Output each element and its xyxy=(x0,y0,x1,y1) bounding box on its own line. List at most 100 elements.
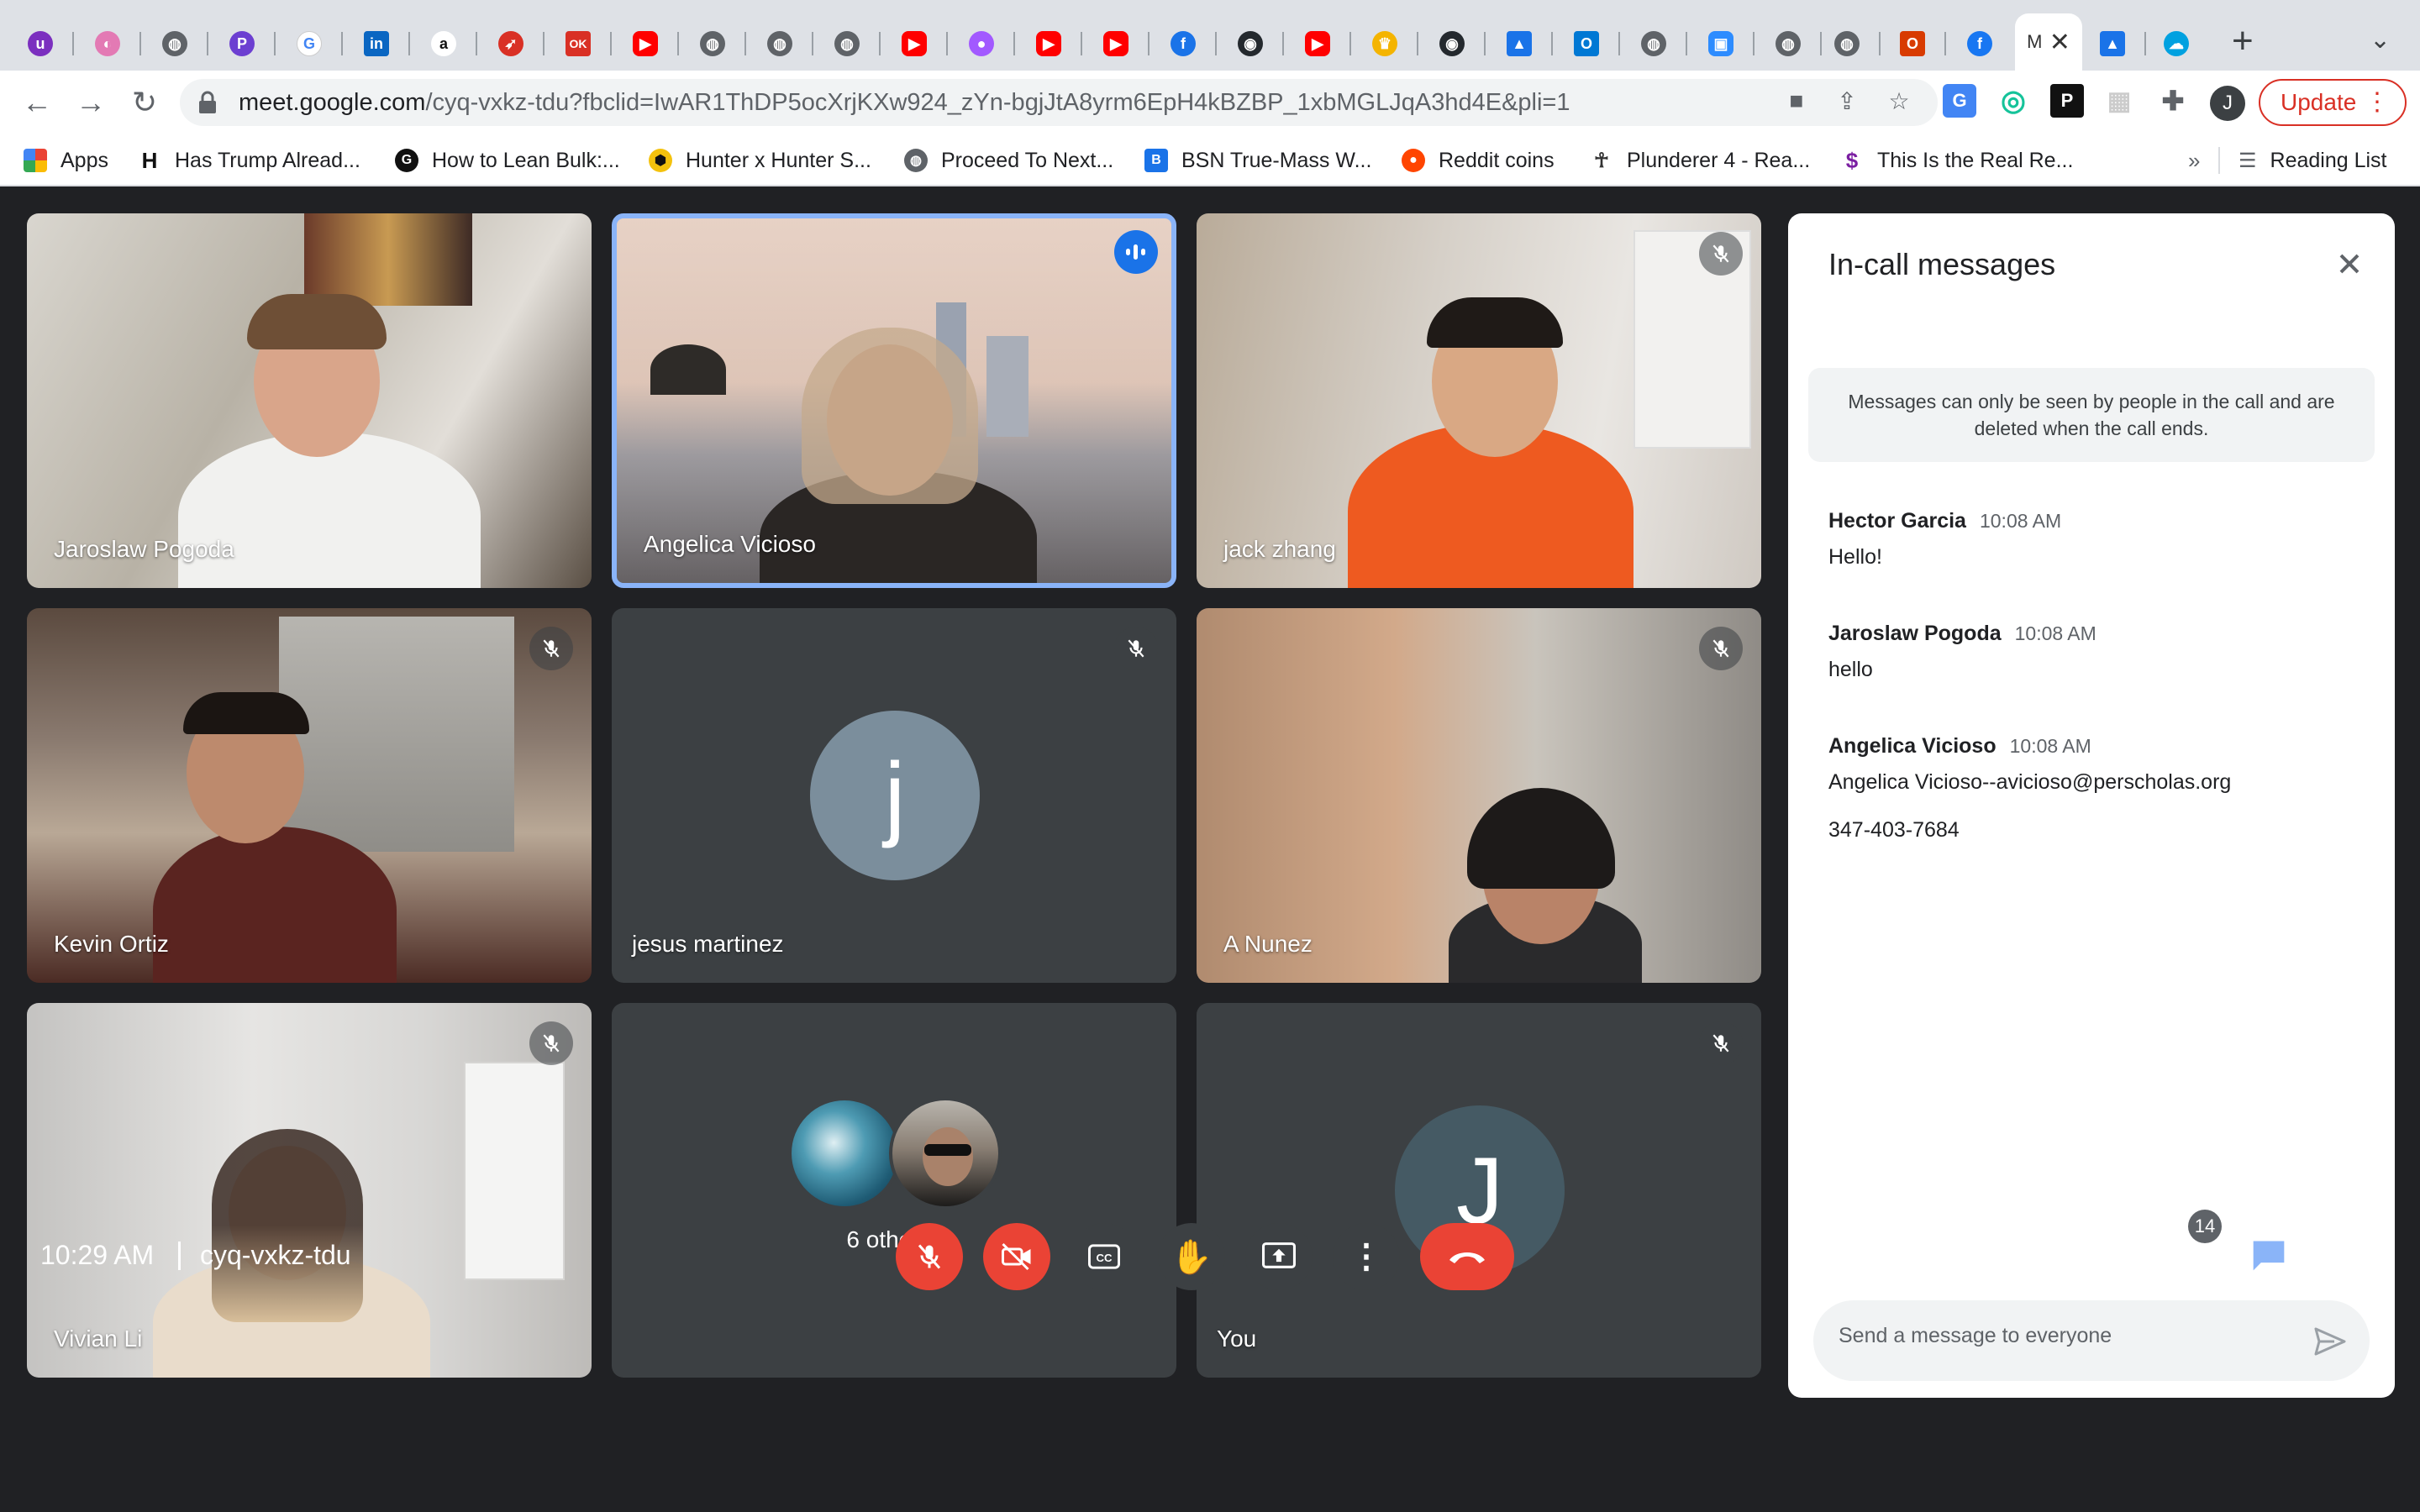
bookmark-label: Reddit coins xyxy=(1439,148,1555,172)
tab[interactable]: ◍ xyxy=(1813,17,1881,71)
lock-icon[interactable] xyxy=(198,91,217,114)
address-bar[interactable]: meet.google.com/cyq-vxkz-tdu?fbclid=IwAR… xyxy=(180,79,1938,126)
message-time: 10:08 AM xyxy=(1979,510,2062,532)
message-composer xyxy=(1813,1300,2370,1381)
tab[interactable]: ◍ xyxy=(746,17,813,71)
tab[interactable]: ➶ xyxy=(477,17,544,71)
participant-tile[interactable]: Vivian Li xyxy=(27,1003,592,1378)
bookmarks-divider xyxy=(2218,147,2220,174)
bookmark-item[interactable]: ● Reddit coins xyxy=(1402,144,1555,176)
tab[interactable]: ♛ xyxy=(1351,17,1418,71)
close-icon[interactable] xyxy=(2329,244,2370,284)
tab[interactable]: ▲ xyxy=(2079,17,2146,71)
tab[interactable]: ◉ xyxy=(1418,17,1486,71)
tab[interactable]: ◍ xyxy=(813,17,881,71)
tab[interactable]: u xyxy=(7,17,74,71)
tab[interactable]: ▲ xyxy=(1486,17,1553,71)
chat-button[interactable] xyxy=(2242,1228,2296,1282)
tab[interactable]: ▣ xyxy=(1687,17,1754,71)
active-tab[interactable]: M ✕ xyxy=(2015,13,2082,71)
grammarly-icon[interactable]: ◎ xyxy=(1996,84,2030,118)
bookmark-apps[interactable]: Apps xyxy=(24,144,108,176)
bookmark-item[interactable]: H Has Trump Alread... xyxy=(138,144,360,176)
bookmark-item[interactable]: ☥ Plunderer 4 - Rea... xyxy=(1590,144,1810,176)
camera-in-use-icon[interactable]: ■ xyxy=(1781,87,1812,118)
participant-tile[interactable]: jack zhang xyxy=(1197,213,1761,588)
leave-call-button[interactable] xyxy=(1420,1223,1514,1290)
tab[interactable]: OK xyxy=(544,17,612,71)
mic-toggle-button[interactable] xyxy=(896,1223,963,1290)
bookmark-item[interactable]: $ This Is the Real Re... xyxy=(1840,144,2073,176)
tab[interactable]: ▶ xyxy=(881,17,948,71)
tab[interactable]: ▶ xyxy=(1082,17,1150,71)
extension-grid-icon[interactable]: ▦ xyxy=(2102,84,2136,118)
tab[interactable]: G xyxy=(276,17,343,71)
bookmark-item[interactable]: G How to Lean Bulk:... xyxy=(395,144,620,176)
bottom-bar-divider xyxy=(178,1242,181,1270)
tab[interactable]: ▶ xyxy=(1284,17,1351,71)
new-tab-plus-icon[interactable]: + xyxy=(2232,20,2254,62)
self-tile[interactable]: J You xyxy=(1197,1003,1761,1378)
tab[interactable]: ● xyxy=(948,17,1015,71)
captions-button[interactable]: CC xyxy=(1071,1223,1138,1290)
share-icon[interactable]: ⇪ xyxy=(1832,87,1862,118)
reload-icon[interactable]: ↻ xyxy=(124,82,165,123)
tab[interactable]: in xyxy=(343,17,410,71)
meeting-code: cyq-vxkz-tdu xyxy=(200,1240,351,1270)
meeting-details-button[interactable] xyxy=(2081,1228,2134,1282)
extensions-puzzle-icon[interactable]: ✚ xyxy=(2156,84,2190,118)
close-tab-icon[interactable]: ✕ xyxy=(2049,28,2070,57)
participant-tile[interactable]: j jesus martinez xyxy=(612,608,1176,983)
back-arrow-icon[interactable]: ← xyxy=(17,82,57,123)
person-body xyxy=(153,827,397,983)
participant-tile[interactable]: Kevin Ortiz xyxy=(27,608,592,983)
tab[interactable]: ▶ xyxy=(612,17,679,71)
activities-button[interactable] xyxy=(2321,1228,2375,1282)
tab[interactable]: ◍ xyxy=(141,17,208,71)
tab[interactable]: ▶ xyxy=(1015,17,1082,71)
tab[interactable]: P xyxy=(208,17,276,71)
tab[interactable]: O xyxy=(1553,17,1620,71)
tab[interactable]: ◍ xyxy=(679,17,746,71)
tab[interactable]: O xyxy=(1879,17,1946,71)
character-icon: ☥ xyxy=(1590,149,1613,172)
participant-tile[interactable]: A Nunez xyxy=(1197,608,1761,983)
bookmark-item[interactable]: ⬢ Hunter x Hunter S... xyxy=(649,144,871,176)
person-hair xyxy=(183,692,309,734)
g-logo-icon: G xyxy=(395,149,418,172)
present-screen-button[interactable] xyxy=(1245,1223,1313,1290)
participant-tile-speaking[interactable]: Angelica Vicioso xyxy=(612,213,1176,588)
camera-toggle-button[interactable] xyxy=(983,1223,1050,1290)
wall-painting xyxy=(304,213,472,306)
bookmark-star-icon[interactable]: ☆ xyxy=(1884,87,1914,118)
message-input[interactable] xyxy=(1839,1324,2292,1348)
message-text[interactable]: Angelica Vicioso--avicioso@perscholas.or… xyxy=(1828,770,2366,795)
tab-search-chevron-icon[interactable]: ⌄ xyxy=(2370,25,2391,55)
tab[interactable]: ◉ xyxy=(1217,17,1284,71)
bookmarks-overflow-icon[interactable]: » xyxy=(2188,144,2200,176)
more-options-button[interactable]: ⋮ xyxy=(1333,1223,1400,1290)
tab[interactable]: ☁ xyxy=(2143,17,2210,71)
url-path: /cyq-vxkz-tdu?fbclid=IwAR1ThDP5ocXrjKXw9… xyxy=(425,89,1570,116)
tab[interactable]: f xyxy=(1946,17,2013,71)
profile-avatar[interactable]: J xyxy=(2210,86,2245,121)
tab-favicon: u xyxy=(28,31,53,56)
extension-p-icon[interactable]: P xyxy=(2050,84,2084,118)
participant-tile[interactable]: Jaroslaw Pogoda xyxy=(27,213,592,588)
reading-list[interactable]: ☰ Reading List xyxy=(2238,144,2387,176)
message-sender: Angelica Vicioso xyxy=(1828,734,1996,758)
forward-arrow-icon[interactable]: → xyxy=(71,82,111,123)
bookmark-item[interactable]: B BSN True-Mass W... xyxy=(1144,144,1371,176)
google-translate-icon[interactable]: G xyxy=(1943,84,1976,118)
bookmark-item[interactable]: ◍ Proceed To Next... xyxy=(904,144,1113,176)
update-button[interactable]: Update ⋮ xyxy=(2259,79,2407,126)
tab[interactable]: ◐ xyxy=(74,17,141,71)
others-tile[interactable]: 6 others xyxy=(612,1003,1176,1378)
tab[interactable]: a xyxy=(410,17,477,71)
update-label: Update xyxy=(2281,89,2357,115)
raise-hand-button[interactable]: ✋ xyxy=(1158,1223,1225,1290)
tab[interactable]: f xyxy=(1150,17,1217,71)
tab[interactable]: ◍ xyxy=(1754,17,1822,71)
send-icon[interactable] xyxy=(2309,1320,2351,1362)
tab[interactable]: ◍ xyxy=(1620,17,1687,71)
